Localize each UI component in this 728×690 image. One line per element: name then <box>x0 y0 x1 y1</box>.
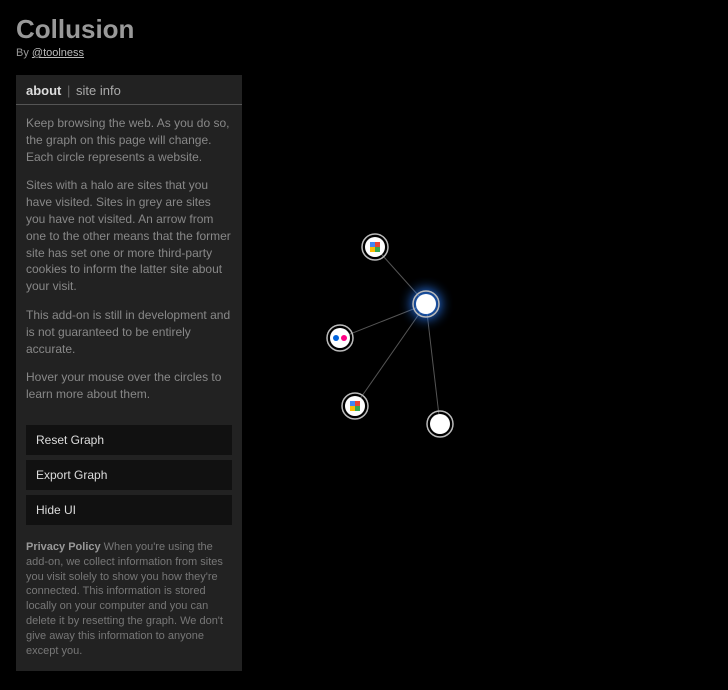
author-link[interactable]: @toolness <box>32 47 84 59</box>
by-prefix: By <box>16 47 32 59</box>
tab-separator: | <box>67 83 70 98</box>
tab-site-info[interactable]: site info <box>76 83 121 98</box>
about-p4: Hover your mouse over the circles to lea… <box>26 369 232 403</box>
graph-node-flickr[interactable] <box>327 325 353 351</box>
reset-graph-button[interactable]: Reset Graph <box>26 425 232 455</box>
hide-ui-button[interactable]: Hide UI <box>26 495 232 525</box>
privacy-label: Privacy Policy <box>26 541 101 553</box>
about-content: Keep browsing the web. As you do so, the… <box>16 105 242 425</box>
sidebar: about | site info Keep browsing the web.… <box>16 75 242 671</box>
graph-node-google1[interactable] <box>362 234 388 260</box>
privacy-policy: Privacy Policy When you're using the add… <box>16 540 242 671</box>
tab-about[interactable]: about <box>26 83 61 98</box>
export-graph-button[interactable]: Export Graph <box>26 460 232 490</box>
graph-canvas[interactable] <box>260 0 728 685</box>
graph-node-google2[interactable] <box>342 393 368 419</box>
about-p3: This add-on is still in development and … <box>26 307 232 357</box>
button-group: Reset Graph Export Graph Hide UI <box>16 425 242 540</box>
privacy-text: When you're using the add-on, we collect… <box>26 541 223 657</box>
graph-edge <box>355 304 426 406</box>
google-icon <box>350 401 360 411</box>
about-p2: Sites with a halo are sites that you hav… <box>26 177 232 295</box>
about-p1: Keep browsing the web. As you do so, the… <box>26 115 232 165</box>
graph-node-plain[interactable] <box>427 411 453 437</box>
tabs: about | site info <box>16 75 242 105</box>
graph-edge <box>426 304 440 424</box>
google-icon <box>370 242 380 252</box>
graph-node-center[interactable] <box>411 289 441 319</box>
